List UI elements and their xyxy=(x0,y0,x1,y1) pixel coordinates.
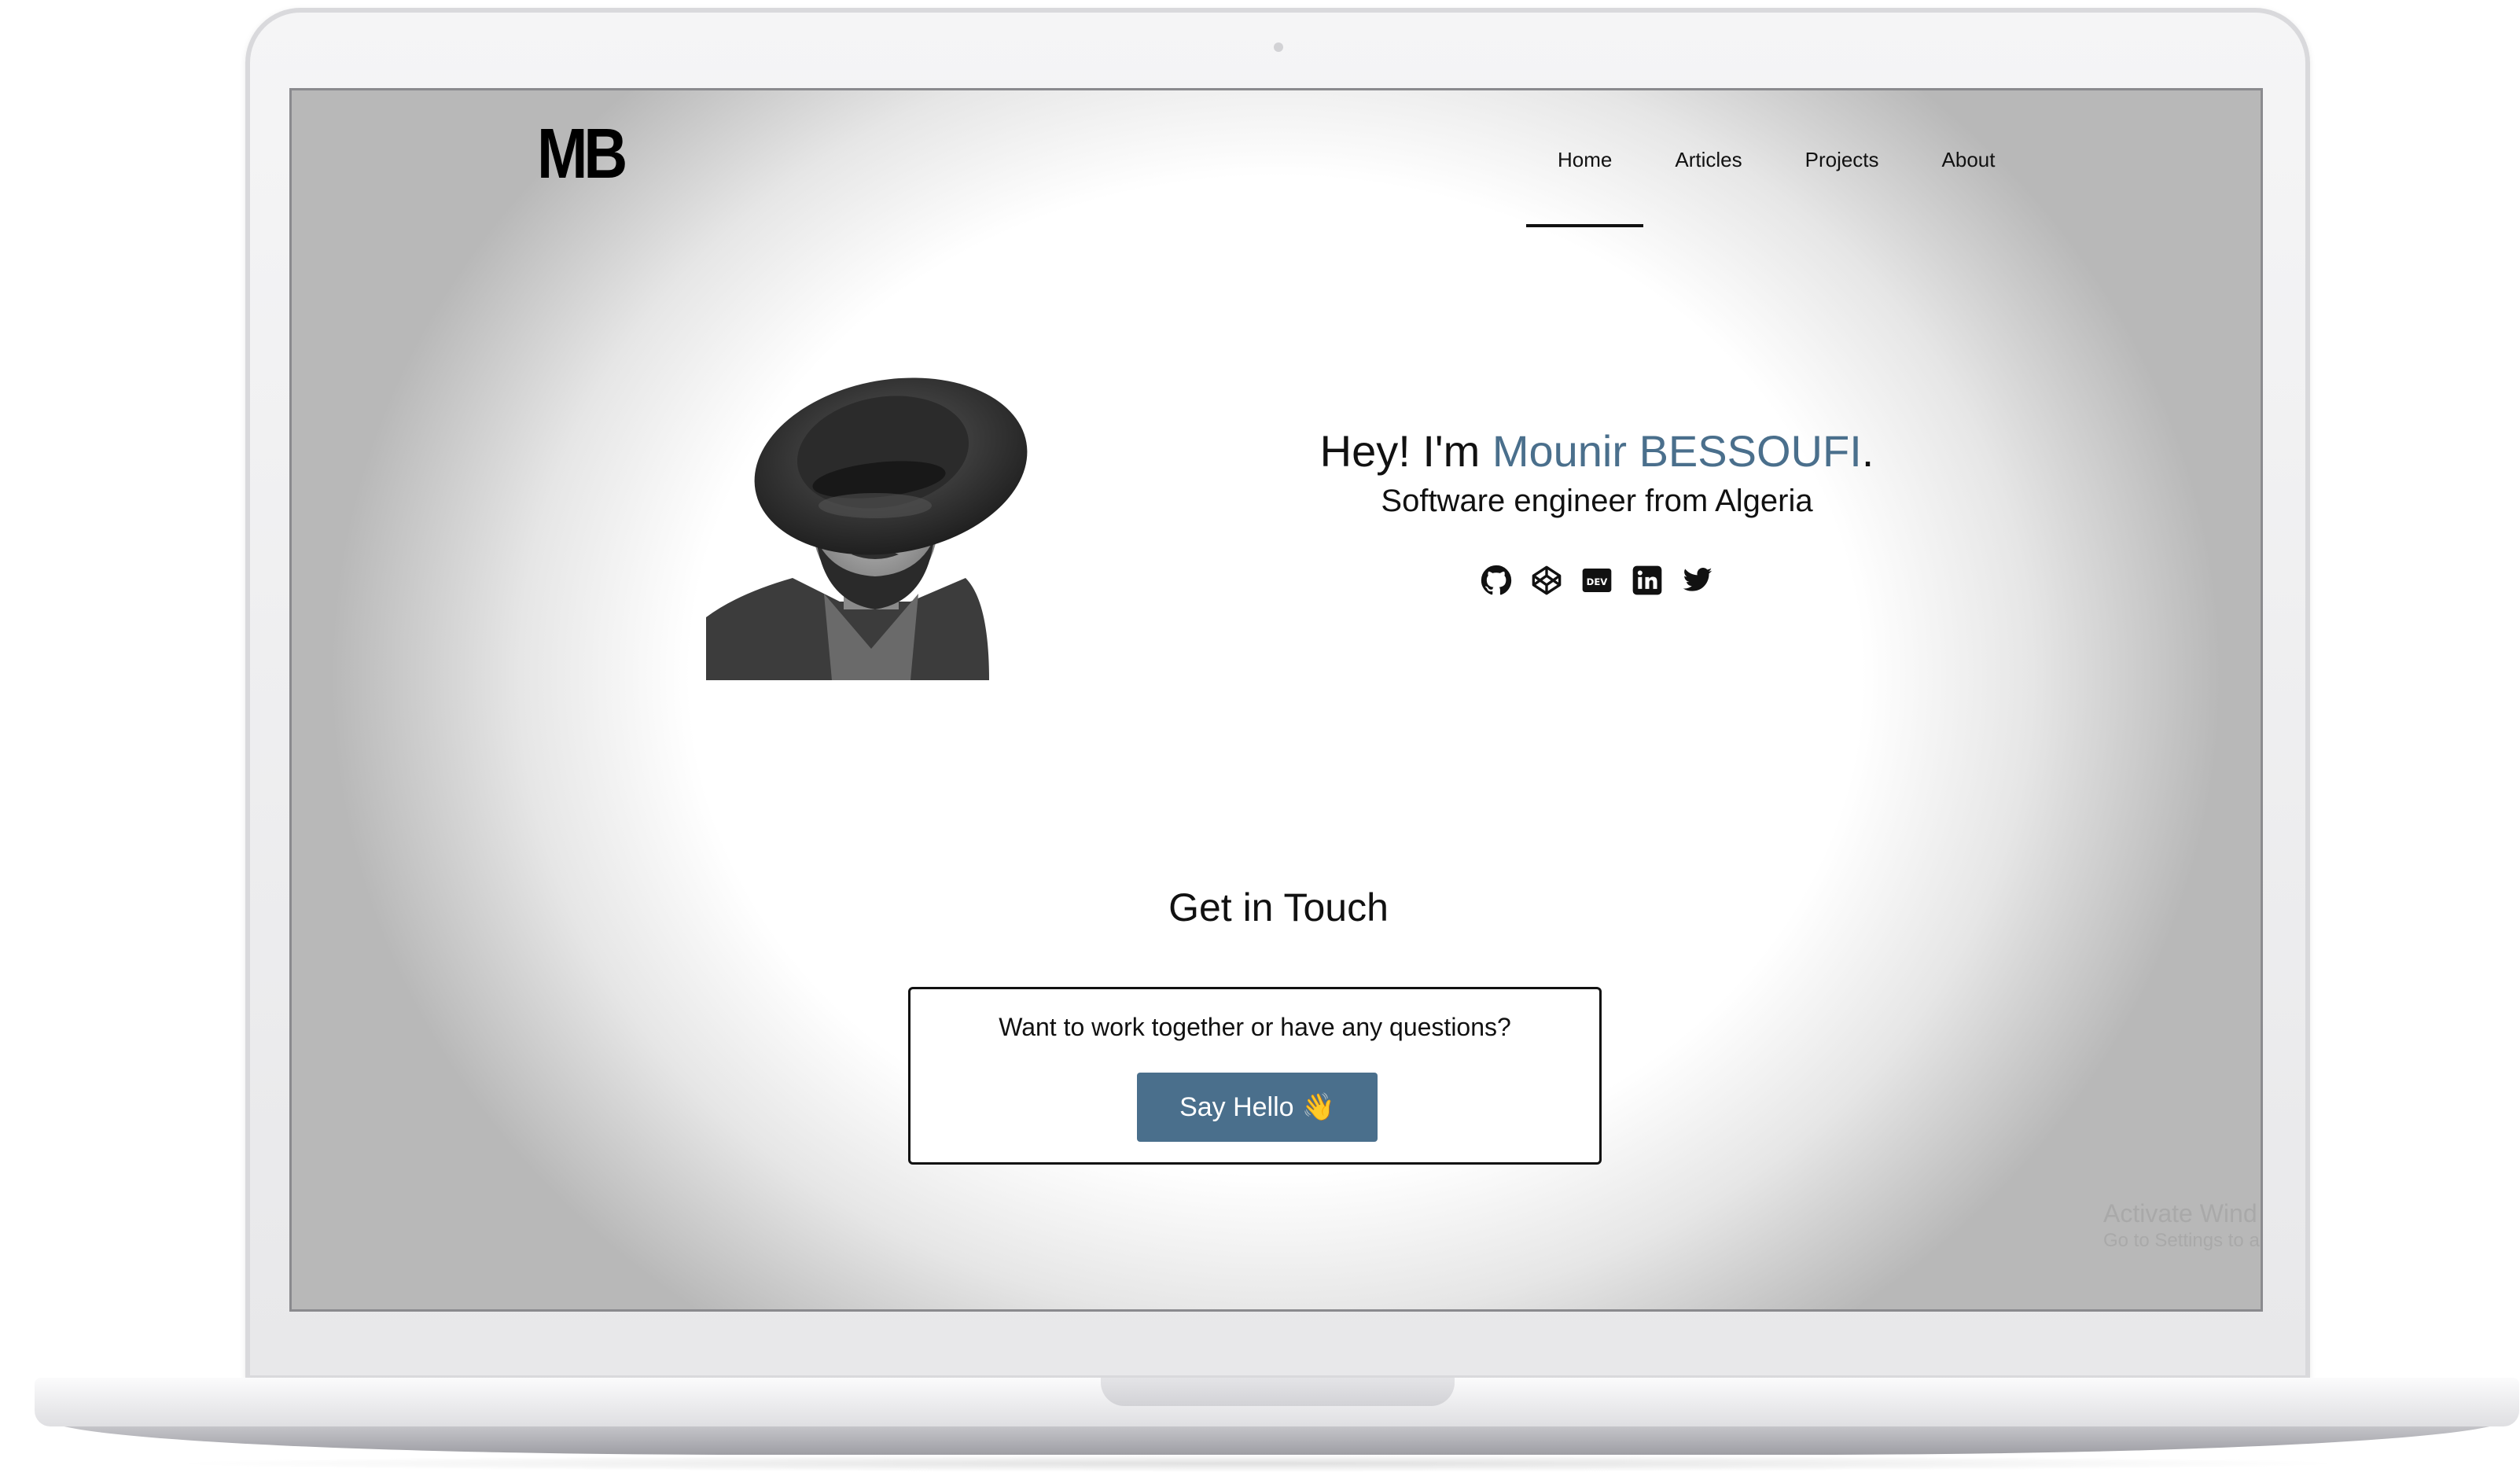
hero-greeting: Hey! I'm Mounir BESSOUFI. xyxy=(1204,425,1990,477)
dev-icon[interactable]: DEV xyxy=(1580,564,1613,597)
twitter-icon[interactable] xyxy=(1681,564,1714,597)
nav-projects[interactable]: Projects xyxy=(1774,134,1911,227)
nav-home[interactable]: Home xyxy=(1526,134,1644,227)
laptop-notch xyxy=(1101,1378,1455,1406)
watermark-title: Activate Wind xyxy=(2103,1199,2257,1228)
contact-title: Get in Touch xyxy=(1168,885,1389,929)
contact-card: Want to work together or have any questi… xyxy=(908,987,1602,1165)
profile-portrait xyxy=(706,377,1028,680)
main-nav: Home Articles Projects About xyxy=(1526,134,2026,229)
github-icon[interactable] xyxy=(1480,564,1513,597)
nav-articles[interactable]: Articles xyxy=(1643,134,1773,227)
codepen-icon[interactable] xyxy=(1530,564,1563,597)
contact-question: Want to work together or have any questi… xyxy=(999,1013,1511,1041)
floor-shadow xyxy=(157,1455,2359,1472)
activate-windows-watermark: Activate Wind Go to Settings to a xyxy=(2103,1199,2260,1252)
linkedin-icon[interactable] xyxy=(1631,564,1664,597)
say-hello-button[interactable]: Say Hello 👋 xyxy=(1137,1073,1378,1142)
hero-name: Mounir BESSOUFI xyxy=(1492,426,1862,476)
svg-text:DEV: DEV xyxy=(1587,576,1608,587)
waving-hand-icon: 👋 xyxy=(1301,1092,1335,1122)
site-logo[interactable]: MB xyxy=(537,114,627,195)
social-links: DEV xyxy=(1392,564,1801,597)
say-hello-label: Say Hello xyxy=(1179,1091,1294,1122)
camera-dot xyxy=(1274,42,1283,52)
greeting-suffix: . xyxy=(1861,426,1874,476)
greeting-prefix: Hey! I'm xyxy=(1319,426,1492,476)
nav-about[interactable]: About xyxy=(1911,134,2027,227)
hero-subtitle: Software engineer from Algeria xyxy=(1381,484,1813,518)
watermark-subtitle: Go to Settings to a xyxy=(2103,1230,2260,1251)
browser-viewport: MB Home Articles Projects About Hey! I'm… xyxy=(289,88,2263,1312)
